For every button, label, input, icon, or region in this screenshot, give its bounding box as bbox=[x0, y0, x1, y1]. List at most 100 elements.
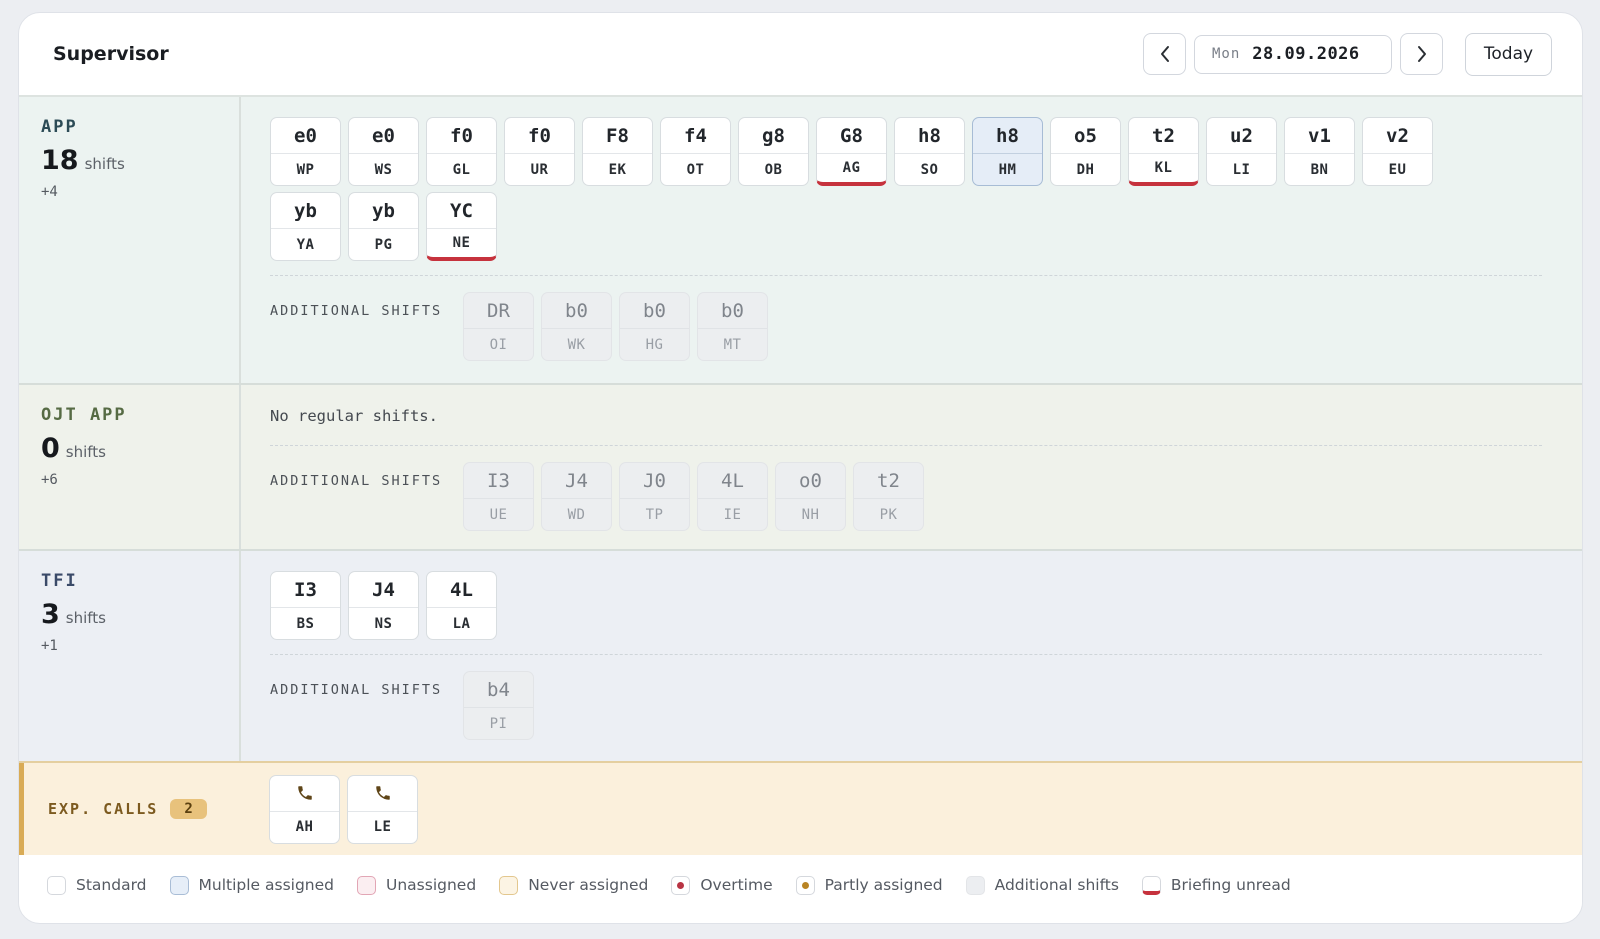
section-name: TFI bbox=[41, 571, 78, 591]
additional-shift-list: DR OI b0 WK b0 HG b0 MT bbox=[463, 292, 768, 361]
shift-chip[interactable]: YC NE bbox=[426, 192, 497, 261]
shift-chip[interactable]: 4L LA bbox=[426, 571, 497, 640]
staff-initials: YA bbox=[296, 236, 315, 253]
staff-initials: NE bbox=[452, 235, 471, 251]
section-additional-count: +1 bbox=[41, 638, 58, 654]
staff-initials: IE bbox=[723, 506, 742, 523]
staff-initials: PK bbox=[879, 506, 898, 523]
staff-initials: OT bbox=[686, 161, 705, 178]
exp-calls-label: EXP. CALLS 2 bbox=[24, 799, 269, 819]
additional-shift-chip[interactable]: o0 NH bbox=[775, 462, 846, 531]
staff-initials: WP bbox=[296, 161, 315, 178]
staff-initials: BS bbox=[296, 615, 315, 632]
date-field[interactable]: Mon 28.09.2026 bbox=[1194, 34, 1392, 74]
staff-initials: EU bbox=[1388, 161, 1407, 178]
shift-chip[interactable]: G8 AG bbox=[816, 117, 887, 186]
shift-chip[interactable]: e0 WP bbox=[270, 117, 341, 186]
shift-chip[interactable]: e0 WS bbox=[348, 117, 419, 186]
shift-chip[interactable]: J4 NS bbox=[348, 571, 419, 640]
section-divider bbox=[270, 275, 1542, 276]
exp-call-chip[interactable]: AH bbox=[269, 774, 340, 844]
prev-day-button[interactable] bbox=[1143, 33, 1186, 75]
legend-swatch bbox=[499, 875, 519, 895]
phone-icon bbox=[270, 776, 339, 812]
next-day-button[interactable] bbox=[1400, 33, 1443, 75]
exp-call-chip[interactable]: LE bbox=[347, 774, 418, 844]
additional-shift-chip[interactable]: 4L IE bbox=[697, 462, 768, 531]
shift-code: yb bbox=[271, 193, 340, 229]
shift-chip[interactable]: u2 LI bbox=[1206, 117, 1277, 186]
shift-chip[interactable]: h8 SO bbox=[894, 117, 965, 186]
section-count: 18 bbox=[41, 145, 79, 176]
legend-label: Unassigned bbox=[386, 876, 477, 894]
shift-chip[interactable]: F8 EK bbox=[582, 117, 653, 186]
shift-chip[interactable]: I3 BS bbox=[270, 571, 341, 640]
legend-item-pa: Partly assigned bbox=[795, 875, 943, 895]
shift-chip[interactable]: v2 EU bbox=[1362, 117, 1433, 186]
additional-shift-chip[interactable]: DR OI bbox=[463, 292, 534, 361]
shift-code: f4 bbox=[661, 118, 730, 154]
additional-shift-chip[interactable]: t2 PK bbox=[853, 462, 924, 531]
legend-item-multi: Multiple assigned bbox=[169, 875, 335, 895]
shift-code: J0 bbox=[620, 463, 689, 499]
shift-chip[interactable]: yb PG bbox=[348, 192, 419, 261]
section-name: APP bbox=[41, 117, 78, 137]
legend-swatch bbox=[1141, 875, 1161, 895]
legend-swatch bbox=[169, 875, 189, 895]
shift-chip[interactable]: f4 OT bbox=[660, 117, 731, 186]
staff-initials: DH bbox=[1076, 161, 1095, 178]
section-additional-count: +4 bbox=[41, 184, 58, 200]
section-divider bbox=[270, 654, 1542, 655]
section-tfi: TFI 3 shifts +1 I3 BS J4 NS 4L LA ADDITIONAL SHIFT… bbox=[19, 551, 1582, 763]
shift-code: u2 bbox=[1207, 118, 1276, 154]
legend: Standard Multiple assigned Unassigned Never… bbox=[19, 855, 1582, 915]
section-summary: TFI 3 shifts +1 bbox=[19, 551, 241, 761]
legend-item-never: Never assigned bbox=[499, 875, 649, 895]
legend-swatch bbox=[795, 875, 815, 895]
additional-shift-chip[interactable]: b4 PI bbox=[463, 671, 534, 740]
exp-calls-title: EXP. CALLS bbox=[48, 800, 159, 818]
shift-code: t2 bbox=[854, 463, 923, 499]
staff-initials: OI bbox=[489, 336, 508, 353]
additional-shifts-label: ADDITIONAL SHIFTS bbox=[270, 682, 443, 698]
shift-chip[interactable]: g8 OB bbox=[738, 117, 809, 186]
staff-initials: LE bbox=[373, 819, 392, 835]
legend-label: Never assigned bbox=[528, 876, 649, 894]
shift-chip[interactable]: v1 BN bbox=[1284, 117, 1355, 186]
staff-initials: HM bbox=[998, 161, 1017, 178]
shift-chip[interactable]: f0 UR bbox=[504, 117, 575, 186]
shift-code: g8 bbox=[739, 118, 808, 154]
staff-initials: WS bbox=[374, 161, 393, 178]
shift-chip[interactable]: t2 KL bbox=[1128, 117, 1199, 186]
section-count: 0 bbox=[41, 433, 60, 464]
shift-chip[interactable]: o5 DH bbox=[1050, 117, 1121, 186]
staff-initials: MT bbox=[723, 336, 742, 353]
additional-shift-chip[interactable]: b0 MT bbox=[697, 292, 768, 361]
additional-shift-chip[interactable]: b0 HG bbox=[619, 292, 690, 361]
section-summary: APP 18 shifts +4 bbox=[19, 97, 241, 383]
staff-initials: GL bbox=[452, 161, 471, 178]
shift-chip[interactable]: h8 HM bbox=[972, 117, 1043, 186]
additional-shift-chip[interactable]: b0 WK bbox=[541, 292, 612, 361]
shift-code: DR bbox=[464, 293, 533, 329]
legend-label: Multiple assigned bbox=[198, 876, 335, 894]
today-button[interactable]: Today bbox=[1465, 32, 1552, 76]
staff-initials: NS bbox=[374, 615, 393, 632]
staff-initials: WK bbox=[567, 336, 586, 353]
shift-chip[interactable]: f0 GL bbox=[426, 117, 497, 186]
shift-code: f0 bbox=[505, 118, 574, 154]
shift-code: e0 bbox=[271, 118, 340, 154]
staff-initials: OB bbox=[764, 161, 783, 178]
additional-shift-chip[interactable]: J4 WD bbox=[541, 462, 612, 531]
shift-code: I3 bbox=[464, 463, 533, 499]
additional-shifts-row: ADDITIONAL SHIFTS DR OI b0 WK b0 HG b0 MT bbox=[270, 292, 1554, 361]
staff-initials: UR bbox=[530, 161, 549, 178]
shift-code: J4 bbox=[349, 572, 418, 608]
shift-chip[interactable]: yb YA bbox=[270, 192, 341, 261]
additional-shift-chip[interactable]: J0 TP bbox=[619, 462, 690, 531]
staff-initials: WD bbox=[567, 506, 586, 523]
shift-code: F8 bbox=[583, 118, 652, 154]
additional-shift-chip[interactable]: I3 UE bbox=[463, 462, 534, 531]
shift-code: G8 bbox=[817, 118, 886, 154]
staff-initials: UE bbox=[489, 506, 508, 523]
